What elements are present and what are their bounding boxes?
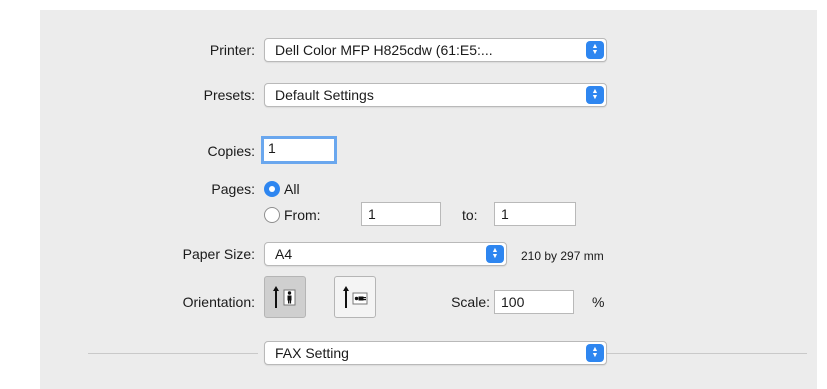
scale-input[interactable]: 100 [494, 290, 574, 314]
popup-chevron-icon: ▲ ▼ [586, 86, 604, 104]
popup-chevron-icon: ▲ ▼ [486, 245, 504, 263]
pages-from-input[interactable]: 1 [361, 202, 441, 226]
portrait-orientation-icon [273, 286, 296, 308]
printer-label: Printer: [209, 42, 255, 58]
printer-value: Dell Color MFP H825cdw (61:E5:... [275, 42, 493, 58]
landscape-orientation-button[interactable] [334, 276, 376, 318]
scale-label: Scale: [451, 294, 490, 310]
pages-label: Pages: [211, 181, 255, 197]
portrait-orientation-button[interactable] [264, 276, 306, 318]
pages-all-label: All [284, 181, 300, 197]
paper-size-popup[interactable]: A4 ▲ ▼ [264, 242, 507, 266]
printer-popup[interactable]: Dell Color MFP H825cdw (61:E5:... ▲ ▼ [264, 38, 607, 62]
pages-to-label: to: [462, 207, 478, 223]
paper-size-label: Paper Size: [182, 246, 255, 262]
section-menu-value: FAX Setting [275, 345, 349, 361]
presets-label: Presets: [203, 87, 255, 103]
landscape-orientation-icon [343, 286, 368, 308]
section-menu-popup[interactable]: FAX Setting ▲ ▼ [264, 341, 607, 365]
paper-dimensions: 210 by 297 mm [521, 249, 604, 263]
presets-value: Default Settings [275, 87, 374, 103]
popup-chevron-icon: ▲ ▼ [586, 344, 604, 362]
orientation-label: Orientation: [182, 294, 255, 310]
paper-size-value: A4 [275, 246, 293, 262]
pages-from-label: From: [284, 207, 321, 223]
pages-range-radio[interactable] [264, 207, 280, 223]
copies-input[interactable]: 1 [261, 136, 337, 164]
scale-unit: % [592, 294, 605, 310]
pages-all-radio[interactable] [264, 181, 280, 197]
divider-left [88, 353, 258, 354]
popup-chevron-icon: ▲ ▼ [586, 41, 604, 59]
copies-label: Copies: [207, 143, 255, 159]
presets-popup[interactable]: Default Settings ▲ ▼ [264, 83, 607, 107]
pages-to-input[interactable]: 1 [494, 202, 576, 226]
divider-right [607, 353, 807, 354]
print-dialog-panel [40, 10, 817, 389]
